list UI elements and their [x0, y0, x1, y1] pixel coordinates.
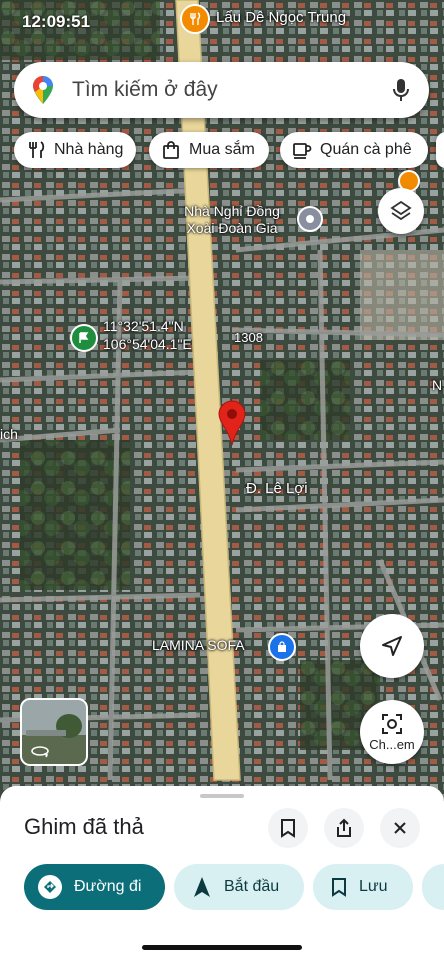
- coordinates-lon: 106°54'04.1"E: [103, 336, 192, 352]
- poi-store-label: LAMINA SOFA: [152, 637, 245, 653]
- chip-restaurants[interactable]: Nhà hàng: [14, 132, 136, 168]
- map-edge-label-left: ich: [0, 426, 18, 442]
- rotate-360-icon: [31, 746, 49, 758]
- home-indicator: [142, 945, 302, 950]
- road-number-label: 1308: [234, 330, 263, 345]
- maps-pin-logo-icon: [33, 76, 53, 104]
- navigation-arrow-icon: [382, 636, 402, 656]
- layers-button[interactable]: [378, 188, 424, 234]
- save-icon-button[interactable]: [268, 808, 308, 848]
- directions-label: Đường đi: [74, 878, 142, 895]
- shopping-bag-icon: [159, 138, 183, 162]
- share-icon: [337, 818, 351, 837]
- chip-label: Quán cà phê: [320, 141, 412, 158]
- status-time: 12:09:51: [22, 12, 91, 31]
- camera-lens-icon: [382, 713, 402, 734]
- directions-icon: [38, 875, 62, 899]
- chip-label: Mua sắm: [189, 141, 255, 158]
- road-name-label: Đ. Lê Lợi: [246, 480, 308, 497]
- chip-shopping[interactable]: Mua sắm: [149, 132, 269, 168]
- poi-top-label: Lẩu Dê Ngọc Trung: [216, 9, 347, 26]
- poi-restaurant-marker[interactable]: [180, 4, 210, 34]
- map-edge-label-right: N: [432, 377, 443, 393]
- dropped-pin-icon[interactable]: [218, 400, 246, 446]
- fork-knife-icon: [24, 138, 48, 162]
- close-icon: [394, 822, 406, 834]
- layers-icon: [390, 200, 412, 221]
- chip-label: Nhà hàng: [54, 141, 124, 158]
- save-button[interactable]: Lưu: [313, 864, 413, 910]
- street-view-thumbnail[interactable]: [20, 698, 88, 766]
- explore-button[interactable]: Ch...em: [360, 700, 424, 764]
- search-bar[interactable]: Tìm kiếm ở đây: [14, 62, 429, 118]
- start-label: Bắt đầu: [224, 878, 280, 895]
- save-label: Lưu: [359, 878, 388, 895]
- poi-hotel-label: Nhà Nghỉ Đồng Xoài Đoàn Gia: [184, 203, 280, 236]
- coordinates-lat: 11°32'51.4"N: [103, 318, 184, 334]
- sheet-title: Ghim đã thả: [24, 814, 144, 839]
- fork-knife-icon: [190, 12, 201, 25]
- start-button[interactable]: Bắt đầu: [174, 864, 304, 910]
- bookmark-icon: [332, 878, 346, 897]
- search-input[interactable]: Tìm kiếm ở đây: [72, 78, 218, 102]
- share-button[interactable]: [324, 808, 364, 848]
- flag-marker-icon[interactable]: [70, 324, 98, 352]
- sheet-drag-handle[interactable]: [200, 794, 244, 798]
- close-button[interactable]: [380, 808, 420, 848]
- directions-button[interactable]: Đường đi: [24, 864, 165, 910]
- microphone-icon[interactable]: [392, 78, 410, 104]
- my-location-button[interactable]: [360, 614, 424, 678]
- chip-more[interactable]: [436, 132, 444, 168]
- navigation-arrow-icon: [194, 877, 210, 897]
- explore-label: Ch...em: [369, 736, 415, 752]
- coffee-cup-icon: [290, 138, 314, 162]
- poi-store-marker[interactable]: [268, 633, 296, 661]
- poi-hotel-marker[interactable]: [297, 206, 323, 232]
- chip-cafe[interactable]: Quán cà phê: [280, 132, 428, 168]
- shopping-bag-icon: [278, 641, 286, 652]
- bookmark-icon: [281, 819, 295, 838]
